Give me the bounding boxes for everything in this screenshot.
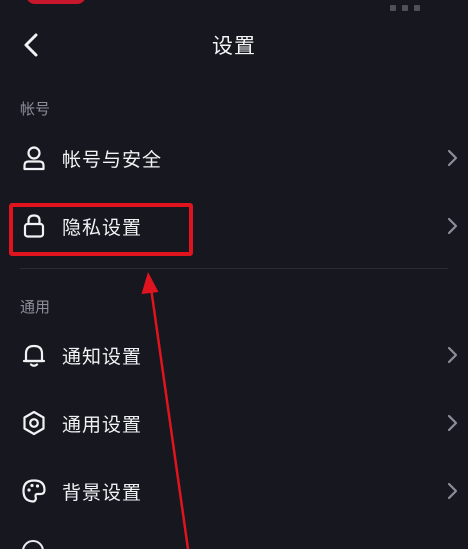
settings-item-label: 通知设置	[62, 346, 143, 368]
status-icons	[390, 0, 450, 11]
page-title: 设置	[212, 34, 256, 58]
section-divider	[20, 268, 448, 269]
settings-item-account-security[interactable]: 帐号与安全	[0, 131, 468, 185]
bell-icon	[20, 341, 48, 369]
status-indicator	[26, 0, 86, 4]
settings-item-label: 隐私设置	[62, 217, 143, 239]
settings-screen: 设置 帐号 帐号与安全 隐私设置 通用 通知设置 通用设置 背景设置	[0, 0, 468, 549]
section-label-account: 帐号	[20, 100, 51, 118]
palette-icon	[20, 477, 48, 505]
settings-item-general[interactable]: 通用设置	[0, 396, 468, 450]
settings-item-label: 通用设置	[62, 414, 143, 436]
settings-item-label: 帐号与安全	[62, 149, 163, 171]
chevron-right-icon	[447, 482, 458, 500]
settings-item-notifications[interactable]: 通知设置	[0, 328, 468, 382]
chevron-right-icon	[447, 346, 458, 364]
settings-item-background[interactable]: 背景设置	[0, 464, 468, 518]
chevron-right-icon	[447, 217, 458, 235]
next-item-icon	[22, 540, 44, 549]
lock-icon	[20, 212, 48, 240]
gear-icon	[20, 409, 48, 437]
settings-item-label: 背景设置	[62, 482, 143, 504]
chevron-right-icon	[447, 414, 458, 432]
chevron-right-icon	[447, 149, 458, 167]
user-icon	[20, 144, 48, 172]
settings-item-privacy[interactable]: 隐私设置	[0, 199, 468, 253]
header: 设置	[0, 20, 468, 70]
section-label-general: 通用	[20, 298, 51, 316]
